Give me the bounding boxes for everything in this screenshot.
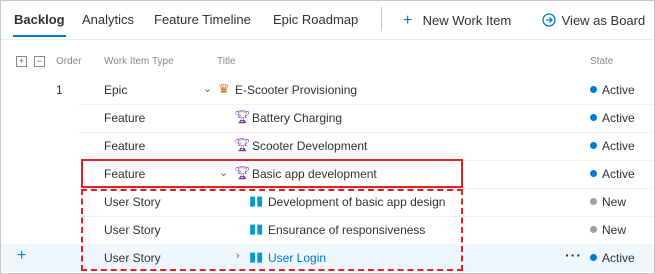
table-row[interactable]: Feature 🏆︎ Battery Charging Active bbox=[1, 104, 654, 132]
tab-analytics[interactable]: Analytics bbox=[82, 12, 134, 27]
state-new-dot bbox=[590, 198, 597, 205]
toolbar-separator bbox=[1, 39, 654, 40]
view-as-board-button[interactable]: View as Board bbox=[542, 12, 645, 30]
column-header-title[interactable]: Title bbox=[217, 56, 236, 67]
row-type: Feature bbox=[104, 139, 146, 153]
row-title[interactable]: E-Scooter Provisioning bbox=[235, 83, 357, 97]
highlight-feature-box bbox=[81, 159, 463, 188]
backlog-panel: Backlog Analytics Feature Timeline Epic … bbox=[0, 0, 655, 274]
table-row[interactable]: 1 Epic ⌄ ♛ E-Scooter Provisioning Active bbox=[1, 76, 654, 104]
toolbar-divider bbox=[381, 7, 382, 31]
expand-all-button[interactable]: + bbox=[16, 56, 27, 67]
trophy-icon: 🏆︎ bbox=[234, 109, 251, 124]
state-active-dot bbox=[590, 170, 597, 177]
highlight-user-stories-box bbox=[81, 189, 463, 271]
new-work-item-button[interactable]: + New Work Item bbox=[403, 12, 511, 30]
new-work-item-label: New Work Item bbox=[422, 13, 512, 28]
active-tab-indicator bbox=[13, 35, 66, 37]
arrow-circle-right-icon bbox=[542, 12, 558, 30]
row-order: 1 bbox=[56, 83, 63, 97]
toolbar: Backlog Analytics Feature Timeline Epic … bbox=[1, 1, 654, 39]
state-label: Active bbox=[602, 251, 635, 265]
column-header-order[interactable]: Order bbox=[56, 56, 82, 67]
row-state[interactable]: Active bbox=[590, 167, 635, 181]
row-state[interactable]: Active bbox=[590, 83, 635, 97]
state-active-dot bbox=[590, 86, 597, 93]
row-title[interactable]: Scooter Development bbox=[252, 139, 367, 153]
row-state[interactable]: Active bbox=[590, 251, 635, 265]
table-row[interactable]: Feature 🏆︎ Scooter Development Active bbox=[1, 132, 654, 160]
state-label: New bbox=[602, 223, 627, 237]
crown-icon: ♛ bbox=[218, 81, 230, 96]
row-state[interactable]: Active bbox=[590, 111, 635, 125]
add-item-button[interactable]: + bbox=[17, 247, 26, 265]
state-label: Active bbox=[602, 139, 635, 153]
row-type: Feature bbox=[104, 111, 146, 125]
state-new-dot bbox=[590, 226, 597, 233]
column-header-state[interactable]: State bbox=[590, 56, 613, 67]
state-label: Active bbox=[602, 111, 635, 125]
tab-feature-timeline[interactable]: Feature Timeline bbox=[154, 12, 251, 27]
state-label: Active bbox=[602, 167, 635, 181]
row-state[interactable]: New bbox=[590, 223, 626, 237]
collapse-all-button[interactable]: − bbox=[34, 56, 45, 67]
more-actions-button[interactable]: ··· bbox=[565, 247, 582, 263]
plus-icon: + bbox=[403, 12, 413, 29]
state-active-dot bbox=[590, 142, 597, 149]
tab-epic-roadmap[interactable]: Epic Roadmap bbox=[273, 12, 358, 27]
tab-backlog[interactable]: Backlog bbox=[14, 12, 65, 27]
state-label: New bbox=[602, 195, 627, 209]
collapse-chevron-icon[interactable]: ⌄ bbox=[203, 82, 212, 95]
trophy-icon: 🏆︎ bbox=[234, 137, 251, 152]
row-type: Epic bbox=[104, 83, 128, 97]
state-label: Active bbox=[602, 83, 635, 97]
view-as-board-label: View as Board bbox=[561, 13, 646, 28]
row-state[interactable]: Active bbox=[590, 139, 635, 153]
state-active-dot bbox=[590, 114, 597, 121]
row-state[interactable]: New bbox=[590, 195, 626, 209]
state-active-dot bbox=[590, 254, 597, 261]
row-title[interactable]: Battery Charging bbox=[252, 111, 342, 125]
column-header-type[interactable]: Work Item Type bbox=[104, 56, 174, 67]
